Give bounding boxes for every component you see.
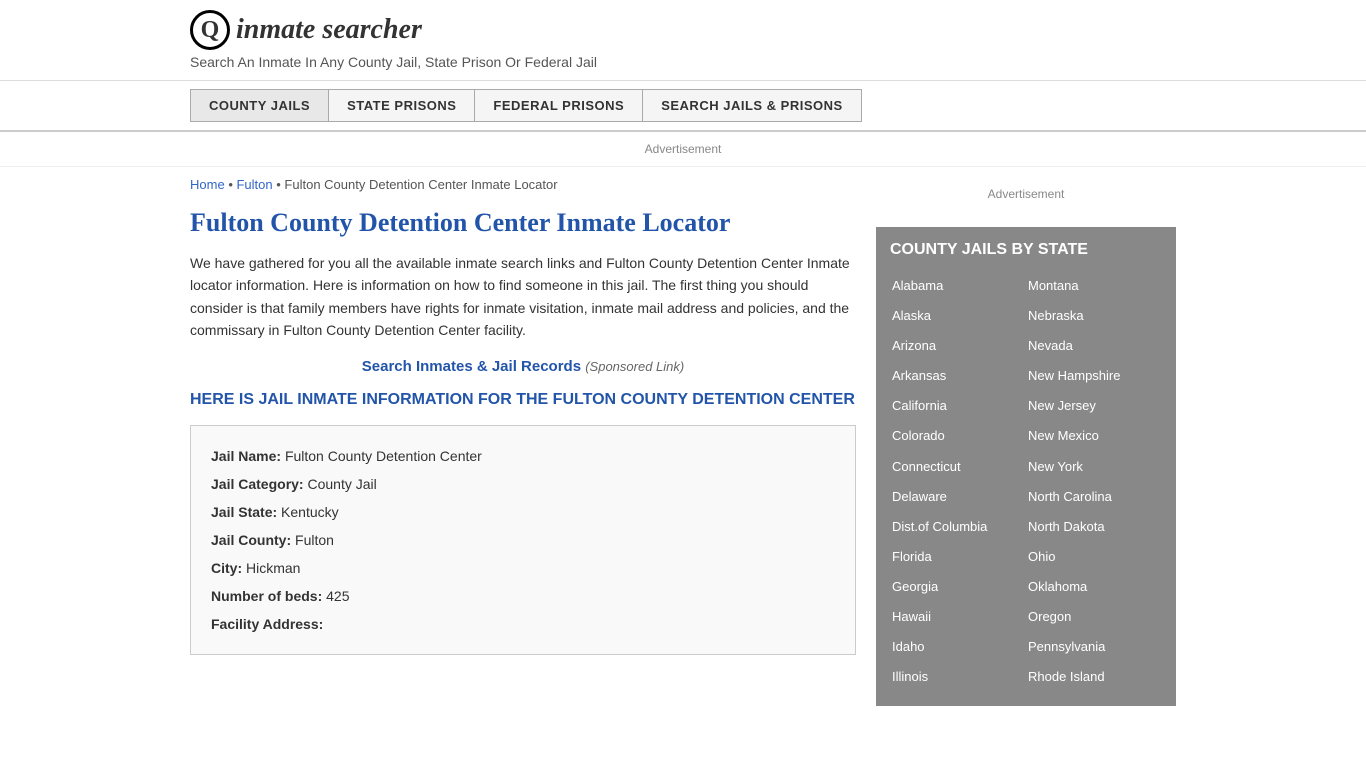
state-box-title: COUNTY JAILS BY STATE — [890, 241, 1162, 259]
jail-beds-label: Number of beds: — [211, 588, 322, 604]
breadcrumb: Home • Fulton • Fulton County Detention … — [190, 177, 856, 192]
jail-city-value-text: Hickman — [246, 560, 300, 576]
jail-county-label: Jail County: — [211, 532, 291, 548]
top-ad-banner: Advertisement — [0, 132, 1366, 167]
jail-beds-row: Number of beds: 425 — [211, 582, 835, 610]
sponsored-link-text: Search Inmates & Jail Records — [362, 358, 581, 375]
states-left-col: AlabamaAlaskaArizonaArkansasCaliforniaCo… — [890, 271, 1026, 692]
breadcrumb-fulton[interactable]: Fulton — [236, 177, 272, 192]
state-link[interactable]: Delaware — [890, 482, 1026, 512]
states-right-col: MontanaNebraskaNevadaNew HampshireNew Je… — [1026, 271, 1162, 692]
main-content: Home • Fulton • Fulton County Detention … — [190, 177, 856, 706]
state-link[interactable]: Nebraska — [1026, 301, 1162, 331]
state-link[interactable]: Colorado — [890, 421, 1026, 451]
state-link[interactable]: California — [890, 391, 1026, 421]
sidebar: Advertisement COUNTY JAILS BY STATE Alab… — [876, 177, 1176, 706]
jail-state-label: Jail State: — [211, 504, 277, 520]
state-link[interactable]: Florida — [890, 542, 1026, 572]
state-link[interactable]: New Jersey — [1026, 391, 1162, 421]
page-title: Fulton County Detention Center Inmate Lo… — [190, 208, 856, 238]
nav-search-jails[interactable]: SEARCH JAILS & PRISONS — [643, 89, 861, 122]
state-link[interactable]: Idaho — [890, 632, 1026, 662]
ad-label: Advertisement — [645, 142, 722, 156]
state-link[interactable]: Dist.of Columbia — [890, 512, 1026, 542]
state-link[interactable]: Pennsylvania — [1026, 632, 1162, 662]
header: Q inmate searcher Search An Inmate In An… — [0, 0, 1366, 81]
tagline: Search An Inmate In Any County Jail, Sta… — [190, 54, 1176, 70]
state-link[interactable]: Arizona — [890, 331, 1026, 361]
state-link[interactable]: North Carolina — [1026, 482, 1162, 512]
logo-title-text: inmate searcher — [236, 14, 422, 45]
jail-name-label: Jail Name: — [211, 448, 281, 464]
nav-state-prisons[interactable]: STATE PRISONS — [329, 89, 475, 122]
state-link[interactable]: Connecticut — [890, 452, 1026, 482]
state-link[interactable]: New Hampshire — [1026, 361, 1162, 391]
state-link[interactable]: Georgia — [890, 572, 1026, 602]
jail-name-value-text: Fulton County Detention Center — [285, 448, 482, 464]
state-link[interactable]: Hawaii — [890, 602, 1026, 632]
state-link[interactable]: Illinois — [890, 662, 1026, 692]
logo-icon: Q — [190, 10, 230, 50]
jail-address-label: Facility Address: — [211, 616, 323, 632]
state-columns: AlabamaAlaskaArizonaArkansasCaliforniaCo… — [890, 271, 1162, 692]
state-link[interactable]: Oklahoma — [1026, 572, 1162, 602]
body-text: We have gathered for you all the availab… — [190, 252, 856, 342]
jail-beds-value-text: 425 — [326, 588, 349, 604]
jail-county-value-text: Fulton — [295, 532, 334, 548]
nav-county-jails[interactable]: COUNTY JAILS — [190, 89, 329, 122]
jail-detail-box: Jail Name: Fulton County Detention Cente… — [190, 425, 856, 655]
jail-address-row: Facility Address: — [211, 610, 835, 638]
logo-q-letter: Q — [201, 17, 220, 44]
state-box: COUNTY JAILS BY STATE AlabamaAlaskaArizo… — [876, 227, 1176, 706]
state-link[interactable]: North Dakota — [1026, 512, 1162, 542]
jail-state-value-text: Kentucky — [281, 504, 339, 520]
sponsored-text: (Sponsored Link) — [585, 359, 684, 374]
state-link[interactable]: Nevada — [1026, 331, 1162, 361]
sidebar-ad-label: Advertisement — [988, 187, 1065, 201]
breadcrumb-home[interactable]: Home — [190, 177, 225, 192]
jail-info-heading: HERE IS JAIL INMATE INFORMATION FOR THE … — [190, 389, 856, 411]
jail-category-value-text: County Jail — [307, 476, 376, 492]
jail-state-row: Jail State: Kentucky — [211, 498, 835, 526]
logo-area: Q inmate searcher — [190, 10, 1176, 50]
main-layout: Home • Fulton • Fulton County Detention … — [0, 177, 1366, 706]
state-link[interactable]: Alabama — [890, 271, 1026, 301]
state-link[interactable]: New Mexico — [1026, 421, 1162, 451]
jail-county-row: Jail County: Fulton — [211, 526, 835, 554]
jail-category-row: Jail Category: County Jail — [211, 470, 835, 498]
jail-category-label: Jail Category: — [211, 476, 304, 492]
state-link[interactable]: Rhode Island — [1026, 662, 1162, 692]
sponsored-link[interactable]: Search Inmates & Jail Records — [362, 358, 585, 375]
jail-name-row: Jail Name: Fulton County Detention Cente… — [211, 442, 835, 470]
sponsored-link-area: Search Inmates & Jail Records (Sponsored… — [190, 358, 856, 375]
state-link[interactable]: Alaska — [890, 301, 1026, 331]
nav-federal-prisons[interactable]: FEDERAL PRISONS — [475, 89, 643, 122]
sidebar-ad: Advertisement — [876, 177, 1176, 211]
state-link[interactable]: Arkansas — [890, 361, 1026, 391]
jail-city-label: City: — [211, 560, 242, 576]
jail-city-row: City: Hickman — [211, 554, 835, 582]
state-link[interactable]: Oregon — [1026, 602, 1162, 632]
breadcrumb-current: Fulton County Detention Center Inmate Lo… — [284, 177, 557, 192]
state-link[interactable]: New York — [1026, 452, 1162, 482]
logo-title: inmate searcher — [236, 14, 422, 45]
state-link[interactable]: Montana — [1026, 271, 1162, 301]
logo-text: inmate searcher — [236, 14, 422, 46]
state-link[interactable]: Ohio — [1026, 542, 1162, 572]
nav-bar: COUNTY JAILS STATE PRISONS FEDERAL PRISO… — [0, 81, 1366, 132]
